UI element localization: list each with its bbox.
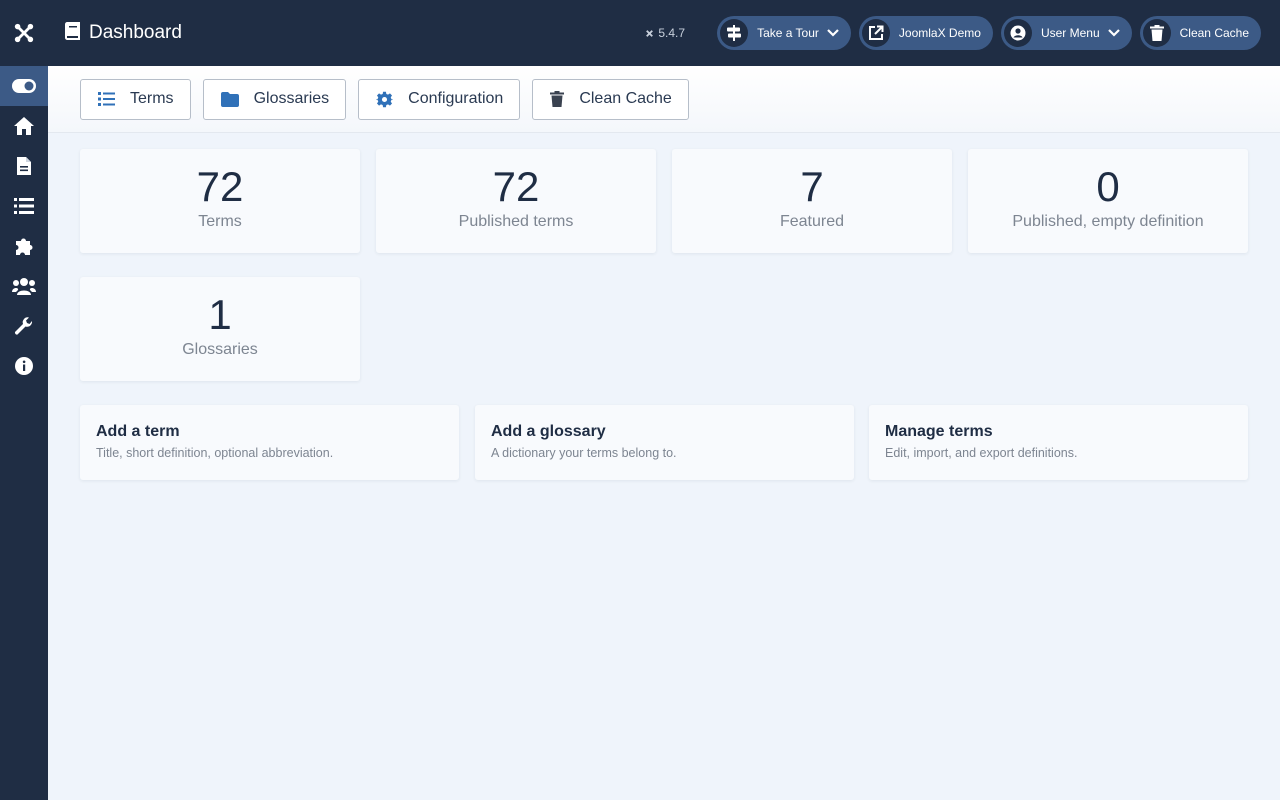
sidebar bbox=[0, 0, 48, 800]
version-text: 5.4.7 bbox=[658, 26, 686, 40]
version-badge: 5.4.7 bbox=[644, 26, 685, 40]
joomla-logo-icon[interactable] bbox=[0, 0, 48, 66]
stat-card-featured: 7 Featured bbox=[672, 149, 952, 253]
gear-icon bbox=[376, 91, 394, 107]
user-menu-button[interactable]: User Menu bbox=[1000, 16, 1132, 50]
action-description: Edit, import, and export definitions. bbox=[885, 446, 1078, 460]
chevron-down-icon bbox=[1107, 26, 1120, 40]
page-title: Dashboard bbox=[89, 22, 182, 43]
list-icon[interactable] bbox=[0, 186, 48, 226]
info-icon[interactable] bbox=[0, 346, 48, 386]
clean-cache-button-label: Clean Cache bbox=[579, 90, 672, 107]
take-a-tour-label: Take a Tour bbox=[757, 26, 819, 40]
stat-label: Terms bbox=[198, 213, 242, 230]
glossaries-button[interactable]: Glossaries bbox=[202, 78, 347, 120]
stat-card-empty-definition: 0 Published, empty definition bbox=[968, 149, 1248, 253]
wrench-icon[interactable] bbox=[0, 306, 48, 346]
trash-icon bbox=[1142, 19, 1171, 47]
top-header: Dashboard 5.4.7 Take a Tour JoomlaX Demo bbox=[48, 0, 1280, 66]
terms-button[interactable]: Terms bbox=[80, 78, 191, 120]
action-title: Add a glossary bbox=[491, 423, 606, 440]
clean-cache-label: Clean Cache bbox=[1179, 26, 1249, 40]
add-glossary-card[interactable]: Add a glossary A dictionary your terms b… bbox=[475, 405, 854, 480]
glossaries-button-label: Glossaries bbox=[253, 90, 330, 107]
signpost-icon bbox=[720, 19, 749, 47]
stat-value: 1 bbox=[208, 291, 232, 338]
home-icon[interactable] bbox=[0, 106, 48, 146]
stat-value: 7 bbox=[800, 163, 824, 210]
clean-cache-button[interactable]: Clean Cache bbox=[532, 78, 689, 120]
joomlax-demo-link[interactable]: JoomlaX Demo bbox=[858, 16, 993, 50]
book-icon bbox=[64, 21, 81, 46]
stat-card-glossaries: 1 Glossaries bbox=[80, 277, 360, 381]
stat-value: 72 bbox=[492, 163, 540, 210]
stat-label: Published terms bbox=[458, 213, 574, 230]
user-circle-icon bbox=[1003, 19, 1032, 47]
user-menu-label: User Menu bbox=[1040, 26, 1100, 40]
stat-value: 72 bbox=[196, 163, 244, 210]
stat-card-published-terms: 72 Published terms bbox=[376, 149, 656, 253]
folder-icon bbox=[220, 91, 239, 107]
puzzle-icon[interactable] bbox=[0, 226, 48, 266]
configuration-button-label: Configuration bbox=[408, 90, 504, 107]
stat-value: 0 bbox=[1096, 163, 1120, 210]
stat-label: Featured bbox=[779, 213, 845, 230]
action-title: Manage terms bbox=[885, 423, 993, 440]
toolbar: Terms Glossaries Configuration Clean Cac… bbox=[48, 66, 1280, 133]
users-icon[interactable] bbox=[0, 266, 48, 306]
document-icon[interactable] bbox=[0, 146, 48, 186]
joomlax-demo-label: JoomlaX Demo bbox=[898, 26, 981, 40]
stat-card-terms: 72 Terms bbox=[80, 149, 360, 253]
add-term-card[interactable]: Add a term Title, short definition, opti… bbox=[80, 405, 459, 480]
terms-button-label: Terms bbox=[130, 90, 174, 107]
external-link-icon bbox=[861, 19, 890, 47]
header-clean-cache-button[interactable]: Clean Cache bbox=[1139, 16, 1261, 50]
stat-label: Glossaries bbox=[182, 341, 258, 358]
trash-icon bbox=[550, 91, 565, 107]
configuration-button[interactable]: Configuration bbox=[358, 78, 521, 120]
stat-label: Published, empty definition bbox=[1012, 213, 1204, 230]
list-icon bbox=[98, 92, 115, 106]
action-title: Add a term bbox=[96, 423, 180, 440]
toggle-menu-icon[interactable] bbox=[0, 66, 48, 106]
chevron-down-icon bbox=[827, 26, 839, 40]
action-description: Title, short definition, optional abbrev… bbox=[96, 446, 334, 460]
take-a-tour-button[interactable]: Take a Tour bbox=[717, 16, 851, 50]
manage-terms-card[interactable]: Manage terms Edit, import, and export de… bbox=[869, 405, 1248, 480]
action-description: A dictionary your terms belong to. bbox=[491, 446, 677, 460]
